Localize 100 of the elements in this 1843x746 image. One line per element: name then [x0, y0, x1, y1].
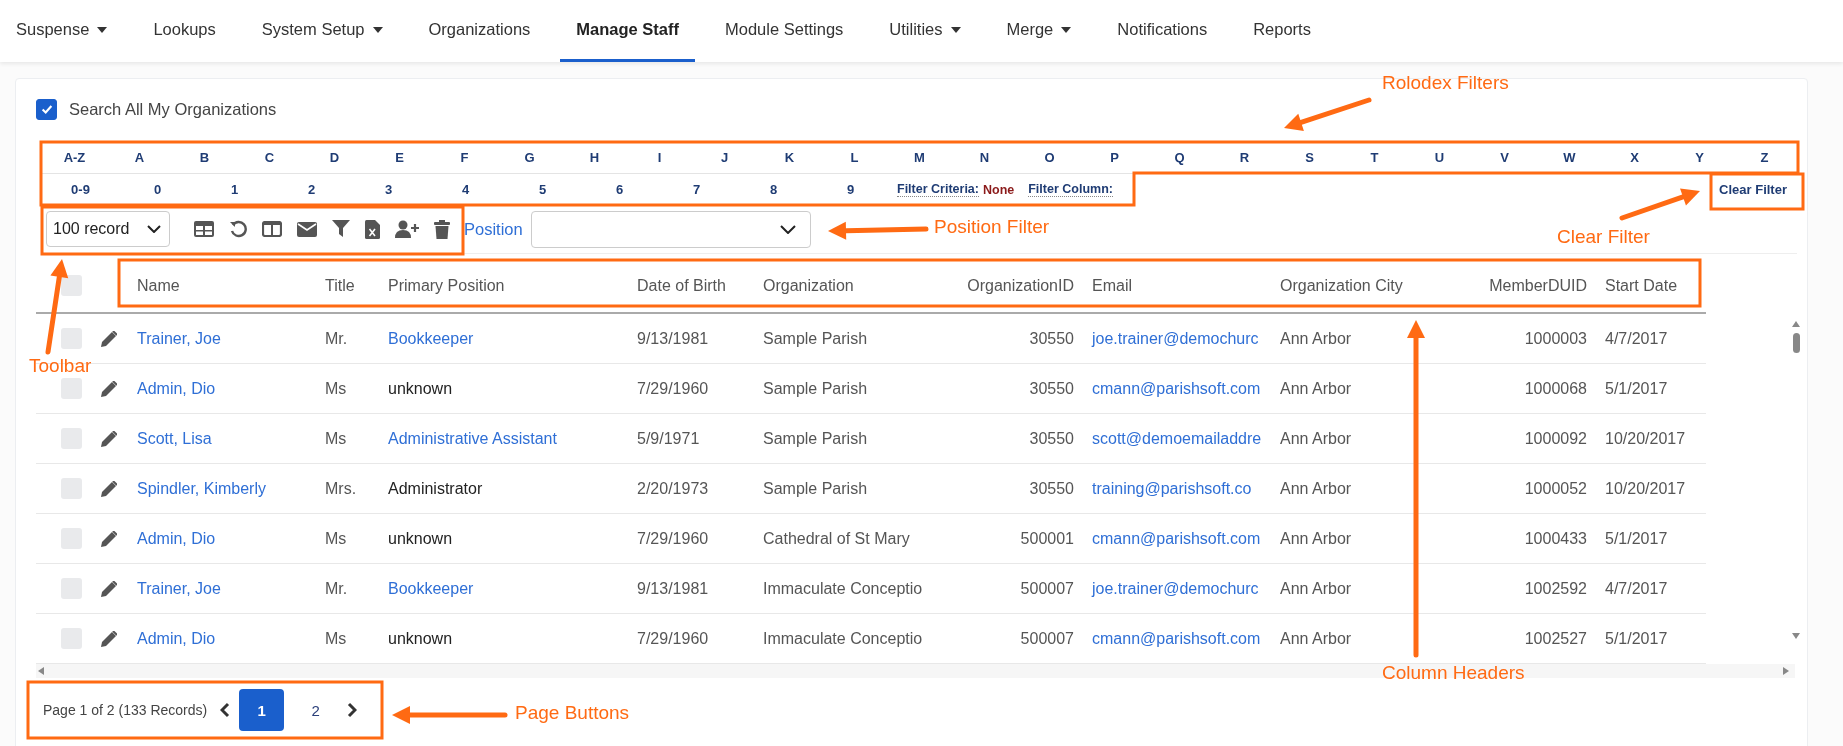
- rolodex-letter-link[interactable]: G: [497, 150, 562, 165]
- nav-tab[interactable]: System Setup: [245, 0, 399, 62]
- nav-tab[interactable]: Suspense: [0, 0, 124, 62]
- envelope-icon[interactable]: [297, 221, 317, 237]
- table-link[interactable]: scott@demoemailaddre: [1092, 429, 1262, 447]
- rolodex-letter-link[interactable]: W: [1537, 150, 1602, 165]
- rolodex-letter-link[interactable]: A: [107, 150, 172, 165]
- rolodex-letter-link[interactable]: J: [692, 150, 757, 165]
- column-header[interactable]: Organization: [763, 276, 854, 294]
- column-header[interactable]: Primary Position: [388, 276, 505, 294]
- page-size-dropdown[interactable]: 100 record: [46, 211, 170, 247]
- add-user-icon[interactable]: [395, 220, 419, 238]
- table-icon[interactable]: [194, 221, 214, 237]
- rolodex-letter-link[interactable]: V: [1472, 150, 1537, 165]
- pencil-icon[interactable]: [101, 530, 117, 547]
- rolodex-letter-link[interactable]: B: [172, 150, 237, 165]
- nav-tab[interactable]: Manage Staff: [560, 0, 695, 62]
- nav-tab[interactable]: Notifications: [1101, 0, 1224, 62]
- rolodex-digit-link[interactable]: 6: [581, 182, 658, 197]
- rolodex-digit-link[interactable]: 7: [658, 182, 735, 197]
- rolodex-digit-link[interactable]: 9: [812, 182, 889, 197]
- rolodex-letter-link[interactable]: L: [822, 150, 887, 165]
- table-link[interactable]: Admin, Dio: [137, 379, 216, 397]
- checkbox[interactable]: [36, 98, 57, 120]
- column-header[interactable]: Organization City: [1280, 276, 1403, 294]
- table-link[interactable]: Administrative Assistant: [388, 429, 557, 447]
- rolodex-letter-link[interactable]: U: [1407, 150, 1472, 165]
- rolodex-digit-link[interactable]: 0: [119, 182, 196, 197]
- nav-tab[interactable]: Organizations: [412, 0, 547, 62]
- rolodex-digit-link[interactable]: 4: [427, 182, 504, 197]
- table-link[interactable]: Bookkeeper: [388, 329, 474, 347]
- table-link[interactable]: joe.trainer@demochurc: [1092, 579, 1259, 597]
- page-button[interactable]: 2: [293, 689, 339, 731]
- trash-icon[interactable]: [434, 219, 450, 239]
- table-link[interactable]: Admin, Dio: [137, 629, 216, 647]
- horizontal-scrollbar[interactable]: [36, 664, 1795, 678]
- rolodex-letter-link[interactable]: H: [562, 150, 627, 165]
- page-button[interactable]: 1: [239, 689, 285, 731]
- scroll-right-arrow-icon[interactable]: [1783, 667, 1789, 675]
- column-header[interactable]: Date of Birth: [637, 276, 726, 294]
- rolodex-letter-link[interactable]: X: [1602, 150, 1667, 165]
- filter-icon[interactable]: [332, 220, 350, 238]
- rolodex-digit-link[interactable]: 1: [196, 182, 273, 197]
- columns-icon[interactable]: [262, 221, 282, 237]
- rolodex-letter-link[interactable]: K: [757, 150, 822, 165]
- spreadsheet-file-icon[interactable]: [365, 219, 380, 239]
- table-link[interactable]: cmann@parishsoft.com: [1092, 529, 1261, 547]
- rolodex-digit-link[interactable]: 0-9: [42, 182, 119, 197]
- rolodex-letter-link[interactable]: N: [952, 150, 1017, 165]
- column-header[interactable]: MemberDUID: [1489, 276, 1587, 294]
- pencil-icon[interactable]: [101, 380, 117, 397]
- table-link[interactable]: cmann@parishsoft.com: [1092, 629, 1261, 647]
- select-all-checkbox[interactable]: [61, 275, 82, 296]
- table-link[interactable]: Trainer, Joe: [137, 579, 221, 597]
- table-link[interactable]: joe.trainer@demochurc: [1092, 329, 1259, 347]
- rolodex-letter-link[interactable]: F: [432, 150, 497, 165]
- table-link[interactable]: Bookkeeper: [388, 579, 474, 597]
- rolodex-letter-link[interactable]: Y: [1667, 150, 1732, 165]
- column-header[interactable]: OrganizationID: [967, 276, 1074, 294]
- scroll-down-arrow-icon[interactable]: [1792, 633, 1800, 639]
- rolodex-letter-link[interactable]: M: [887, 150, 952, 165]
- undo-icon[interactable]: [229, 220, 247, 238]
- table-link[interactable]: cmann@parishsoft.com: [1092, 379, 1261, 397]
- table-link[interactable]: Trainer, Joe: [137, 329, 221, 347]
- rolodex-letter-link[interactable]: S: [1277, 150, 1342, 165]
- table-link[interactable]: Admin, Dio: [137, 529, 216, 547]
- pencil-icon[interactable]: [101, 330, 117, 347]
- pencil-icon[interactable]: [101, 580, 117, 597]
- table-link[interactable]: Scott, Lisa: [137, 429, 212, 447]
- scrollbar-thumb[interactable]: [1792, 333, 1800, 353]
- nav-tab[interactable]: Lookups: [137, 0, 232, 62]
- rolodex-digit-link[interactable]: 2: [273, 182, 350, 197]
- rolodex-letter-link[interactable]: E: [367, 150, 432, 165]
- nav-tab[interactable]: Reports: [1237, 0, 1327, 62]
- table-link[interactable]: Spindler, Kimberly: [137, 479, 266, 497]
- nav-tab[interactable]: Utilities: [873, 0, 977, 62]
- rolodex-letter-link[interactable]: A-Z: [42, 150, 107, 165]
- pencil-icon[interactable]: [101, 430, 117, 447]
- rolodex-digit-link[interactable]: 3: [350, 182, 427, 197]
- next-page-icon[interactable]: [347, 702, 358, 718]
- rolodex-letter-link[interactable]: C: [237, 150, 302, 165]
- pencil-icon[interactable]: [101, 630, 117, 647]
- rolodex-letter-link[interactable]: Q: [1147, 150, 1212, 165]
- nav-tab[interactable]: Module Settings: [709, 0, 860, 62]
- pencil-icon[interactable]: [101, 480, 117, 497]
- column-header[interactable]: Name: [137, 276, 180, 294]
- previous-page-icon[interactable]: [220, 702, 231, 718]
- rolodex-digit-link[interactable]: 5: [504, 182, 581, 197]
- rolodex-letter-link[interactable]: D: [302, 150, 367, 165]
- nav-tab[interactable]: Merge: [990, 0, 1088, 62]
- scroll-left-arrow-icon[interactable]: [38, 667, 44, 675]
- rolodex-letter-link[interactable]: P: [1082, 150, 1147, 165]
- rolodex-letter-link[interactable]: I: [627, 150, 692, 165]
- rolodex-letter-link[interactable]: T: [1342, 150, 1407, 165]
- rolodex-letter-link[interactable]: Z: [1732, 150, 1797, 165]
- column-header[interactable]: Title: [325, 276, 355, 294]
- scroll-up-arrow-icon[interactable]: [1792, 321, 1800, 327]
- clear-filter-link[interactable]: Clear Filter: [1719, 182, 1787, 197]
- table-link[interactable]: training@parishsoft.co: [1092, 479, 1252, 497]
- rolodex-letter-link[interactable]: O: [1017, 150, 1082, 165]
